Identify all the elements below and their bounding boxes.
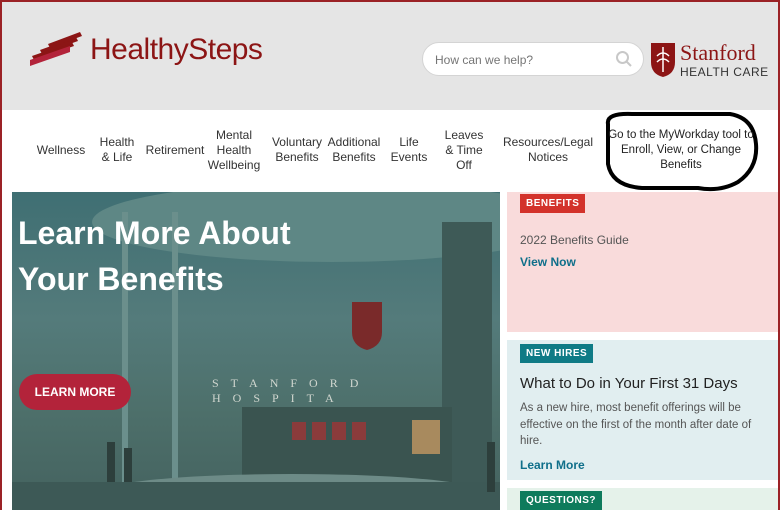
partner-subtitle: HEALTH CARE [680,65,769,79]
page-frame: HealthySteps Stanford HEALTH CARE Wel [0,0,780,510]
learn-more-link[interactable]: Learn More [520,458,765,472]
myworkday-link-text: Go to the MyWorkday tool to Enroll, View… [608,129,754,171]
nav-item-mental-health[interactable]: Mental Health Wellbeing [208,110,260,190]
nav-item-resources-legal[interactable]: Resources/Legal Notices [502,110,594,190]
new-hires-badge: NEW HIRES [520,344,594,363]
myworkday-link[interactable]: Go to the MyWorkday tool to Enroll, View… [602,110,762,194]
new-hires-card: NEW HIRES What to Do in Your First 31 Da… [507,340,778,480]
site-header: HealthySteps Stanford HEALTH CARE [2,2,778,110]
new-hires-body: As a new hire, most benefit offerings wi… [520,402,752,448]
benefits-guide-text: 2022 Benefits Guide [520,233,629,247]
benefits-card: BENEFITS 2022 Benefits Guide View Now [507,192,778,332]
new-hires-title: What to Do in Your First 31 Days [520,375,738,392]
search-icon[interactable] [615,50,633,68]
hero-banner: Learn More About Your Benefits STANFORD … [12,192,500,510]
healthysteps-steps-icon [30,32,86,68]
nav-item-wellness[interactable]: Wellness [30,110,92,190]
questions-badge: QUESTIONS? [520,491,603,510]
nav-item-life-events[interactable]: Life Events [382,110,436,190]
questions-card: QUESTIONS? [507,488,778,510]
building-lettering: STANFORD HOSPITA [212,376,371,405]
benefits-badge: BENEFITS [520,194,586,213]
search-box[interactable] [422,42,644,76]
nav-item-health-life[interactable]: Health & Life [94,110,140,190]
stanford-health-care-logo[interactable]: Stanford HEALTH CARE [650,42,769,83]
nav-item-retirement[interactable]: Retirement [144,110,206,190]
stanford-shield-icon [650,42,676,83]
search-input[interactable] [433,52,607,68]
view-now-link[interactable]: View Now [520,255,765,269]
learn-more-button[interactable]: LEARN MORE [19,374,131,410]
nav-item-voluntary-benefits[interactable]: Voluntary Benefits [268,110,326,190]
brand-name: HealthySteps [90,33,263,66]
healthysteps-logo[interactable]: HealthySteps [30,32,263,68]
nav-item-additional-benefits[interactable]: Additional Benefits [328,110,381,190]
nav-item-leaves-time-off[interactable]: Leaves & Time Off [440,110,488,190]
partner-name: Stanford [680,40,756,65]
hero-title: Learn More About Your Benefits [18,215,291,297]
